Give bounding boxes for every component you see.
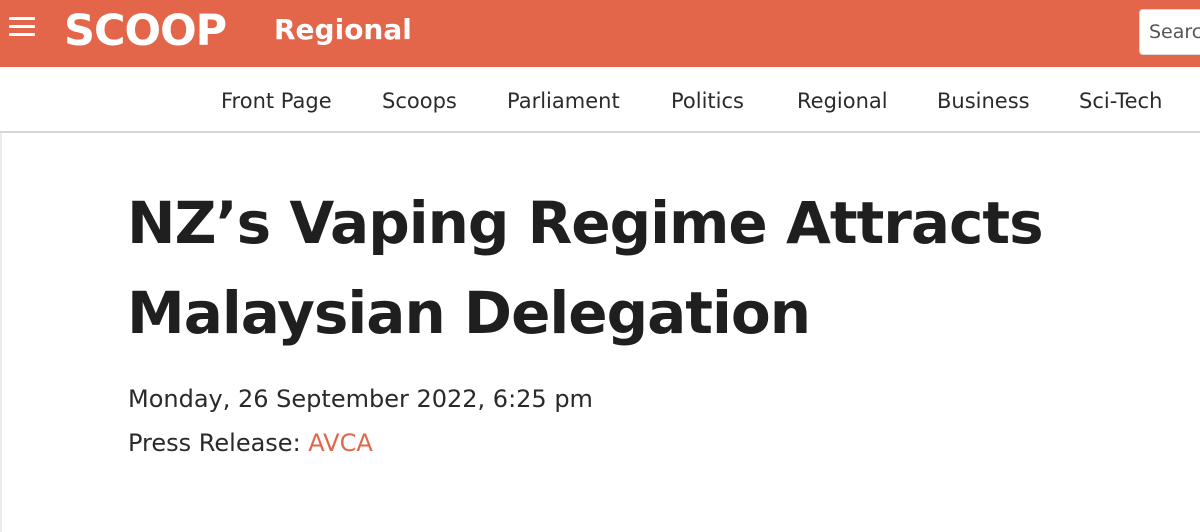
nav-item-parliament[interactable]: Parliament (507, 87, 620, 115)
site-logo[interactable]: SCOOP (64, 5, 227, 56)
nav-item-regional[interactable]: Regional (797, 87, 888, 115)
article-headline: NZ’s Vaping Regime Attracts Malaysian De… (127, 189, 1044, 347)
search-input[interactable] (1139, 9, 1200, 55)
article-date: Monday, 26 September 2022, 6:25 pm (128, 385, 593, 413)
menu-line (9, 17, 35, 20)
nav-item-scoops[interactable]: Scoops (382, 87, 457, 115)
logo-text: SCOOP (64, 5, 227, 56)
section-title[interactable]: Regional (274, 12, 412, 48)
source-label: Press Release: (128, 429, 309, 457)
main-navigation: Front Page Scoops Parliament Politics Re… (0, 67, 1200, 133)
nav-item-politics[interactable]: Politics (671, 87, 744, 115)
hamburger-menu-icon[interactable] (9, 17, 37, 39)
source-link[interactable]: AVCA (308, 429, 372, 457)
site-header: SCOOP Regional (0, 0, 1200, 67)
nav-item-front-page[interactable]: Front Page (221, 87, 332, 115)
article-byline: Press Release: AVCA (128, 426, 373, 460)
nav-item-business[interactable]: Business (937, 87, 1030, 115)
menu-line (9, 25, 35, 28)
nav-item-sci-tech[interactable]: Sci-Tech (1079, 87, 1162, 115)
menu-line (9, 33, 35, 36)
content-divider (0, 133, 2, 532)
